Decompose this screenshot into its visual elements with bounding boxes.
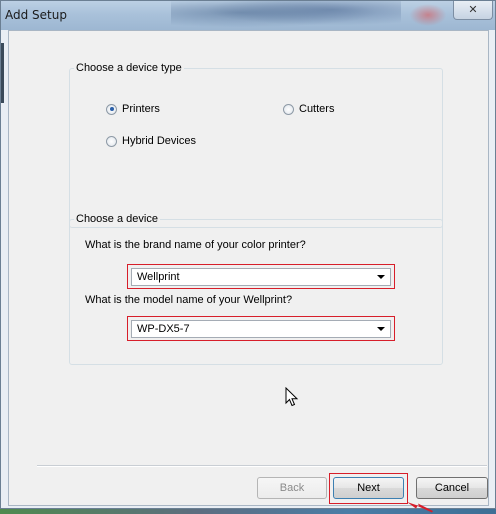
device-type-legend: Choose a device type (76, 62, 182, 74)
radio-selected-icon (106, 103, 117, 115)
radio-printers[interactable]: Printers (106, 103, 160, 115)
footer-separator (37, 465, 487, 467)
dialog-body: Choose a device type Printers Cutters Hy… (8, 30, 489, 513)
titlebar-glass-blur-red (408, 3, 448, 27)
next-button-label: Next (357, 482, 380, 494)
cancel-button-label: Cancel (434, 482, 470, 494)
close-icon: ✕ (468, 4, 478, 16)
brand-question-label: What is the brand name of your color pri… (85, 239, 306, 251)
device-legend: Choose a device (76, 213, 158, 225)
model-select-value: WP-DX5-7 (137, 323, 190, 335)
back-button-label: Back (279, 482, 305, 494)
radio-hybrid-devices[interactable]: Hybrid Devices (106, 135, 196, 147)
back-button[interactable]: Back (257, 477, 327, 499)
device-group: Choose a device (69, 213, 443, 365)
mouse-pointer-icon (285, 387, 299, 407)
chevron-down-icon (377, 327, 385, 331)
brand-select-value: Wellprint (137, 271, 180, 283)
cancel-button[interactable]: Cancel (416, 477, 488, 499)
radio-unselected-icon (106, 135, 117, 147)
radio-printers-label: Printers (122, 103, 160, 115)
chevron-down-icon (377, 275, 385, 279)
brand-select[interactable]: Wellprint (131, 268, 391, 286)
add-setup-dialog: Add Setup ✕ Choose a device type Printer… (0, 0, 496, 513)
next-button[interactable]: Next (333, 477, 404, 499)
window-edge-accent (1, 43, 4, 103)
red-arrow-icon (407, 502, 433, 513)
radio-cutters[interactable]: Cutters (283, 103, 334, 115)
model-question-label: What is the model name of your Wellprint… (85, 294, 293, 306)
titlebar-glass-blur (171, 1, 401, 30)
close-button[interactable]: ✕ (453, 1, 493, 20)
radio-unselected-icon (283, 103, 294, 115)
window-title: Add Setup (5, 8, 67, 22)
title-bar[interactable]: Add Setup ✕ (1, 1, 495, 30)
model-select[interactable]: WP-DX5-7 (131, 320, 391, 338)
radio-cutters-label: Cutters (299, 103, 335, 115)
radio-hybrid-label: Hybrid Devices (122, 135, 196, 147)
